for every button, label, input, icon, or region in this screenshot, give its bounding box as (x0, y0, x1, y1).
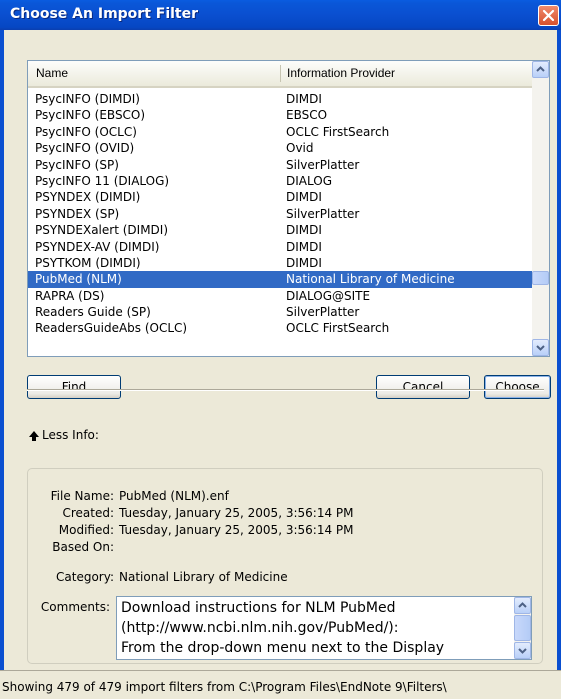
filter-name: PubMed (NLM) (35, 272, 122, 287)
filter-provider: DIALOG (286, 173, 332, 188)
window-title: Choose An Import Filter (10, 6, 199, 22)
filter-provider: Ovid (286, 141, 314, 156)
category-value: National Library of Medicine (119, 570, 288, 584)
list-item[interactable]: PsycINFO (OVID) Ovid (28, 140, 532, 156)
filter-name: PsycINFO (DIMDI) (35, 92, 140, 106)
cancel-button[interactable]: Cancel (376, 375, 470, 399)
chevron-down-icon (536, 345, 545, 351)
filter-list[interactable]: Name Information Provider PsycINFO (DIMD… (27, 60, 550, 357)
scroll-thumb[interactable] (532, 270, 549, 285)
filter-name: PsycINFO (EBSCO) (35, 108, 146, 123)
list-item[interactable]: PSYNDEX-AV (DIMDI) DIMDI (28, 239, 532, 255)
filter-provider: DIMDI (286, 190, 322, 205)
title-bar: Choose An Import Filter (0, 0, 561, 30)
filter-provider: OCLC FirstSearch (286, 124, 390, 139)
file-name-value: PubMed (NLM).enf (119, 489, 229, 503)
chevron-down-icon (518, 648, 527, 654)
filter-provider: National Library of Medicine (286, 272, 455, 287)
filter-name: PSYNDEX (DIMDI) (35, 190, 141, 205)
divider (27, 389, 544, 391)
filter-details: File Name: PubMed (NLM).enf Created: Tue… (27, 468, 543, 664)
scroll-down-button[interactable] (532, 339, 549, 356)
list-header: Name Information Provider (28, 61, 532, 88)
filter-name: PSYTKOM (DIMDI) (35, 255, 141, 270)
list-item[interactable]: PsycINFO (SP) SilverPlatter (28, 157, 532, 173)
list-item[interactable]: PsycINFO (EBSCO) EBSCO (28, 107, 532, 123)
filter-provider: OCLC FirstSearch (286, 321, 390, 336)
close-button[interactable] (538, 5, 559, 26)
status-bar: Showing 479 of 479 import filters from C… (0, 670, 561, 699)
up-arrow-icon (29, 431, 39, 441)
filter-provider: SilverPlatter (286, 206, 360, 221)
filter-provider: SilverPlatter (286, 157, 360, 172)
filter-provider: DIMDI (286, 92, 322, 106)
less-info-label: Less Info: (42, 428, 99, 442)
filter-name: Readers Guide (SP) (35, 305, 151, 320)
based-on-label: Based On: (52, 540, 114, 554)
comments-label: Comments: (40, 600, 110, 614)
list-rows: PsycINFO (DIMDI) DIMDI PsycINFO (EBSCO) EBS… (28, 91, 532, 337)
filter-name: PsycINFO (OVID) (35, 141, 135, 156)
comments-scroll-up-button[interactable] (514, 597, 531, 614)
filter-name: PSYNDEX (SP) (35, 206, 120, 221)
list-item[interactable]: PsycINFO (DIMDI) DIMDI (28, 91, 532, 107)
list-item-selected[interactable]: PubMed (NLM) National Library of Medicine (28, 271, 532, 288)
filter-provider: EBSCO (286, 108, 328, 123)
filter-name: PSYNDEXalert (DIMDI) (35, 223, 169, 238)
comments-scroll-thumb[interactable] (514, 615, 531, 641)
filter-name: RAPRA (DS) (35, 288, 105, 303)
list-item[interactable]: PsycINFO 11 (DIALOG) DIALOG (28, 173, 532, 189)
list-item[interactable]: PsycINFO (OCLC) OCLC FirstSearch (28, 124, 532, 140)
created-value: Tuesday, January 25, 2005, 3:56:14 PM (119, 506, 354, 520)
list-item[interactable]: ReadersGuideAbs (OCLC) OCLC FirstSearch (28, 320, 532, 336)
filter-provider: DIMDI (286, 223, 322, 238)
list-scrollbar[interactable] (532, 61, 549, 356)
list-item[interactable]: PSYTKOM (DIMDI) DIMDI (28, 255, 532, 271)
chevron-up-icon (536, 66, 545, 72)
window-frame-right (557, 30, 561, 670)
close-icon (542, 9, 555, 22)
filter-provider: SilverPlatter (286, 305, 360, 320)
filter-provider: DIMDI (286, 239, 322, 254)
status-text: Showing 479 of 479 import filters from C… (2, 680, 447, 694)
choose-button[interactable]: Choose (484, 375, 551, 399)
list-item[interactable]: Readers Guide (SP) SilverPlatter (28, 304, 532, 320)
scroll-up-button[interactable] (532, 61, 549, 78)
filter-name: ReadersGuideAbs (OCLC) (35, 321, 188, 336)
comments-text: Download instructions for NLM PubMed (ht… (121, 600, 445, 656)
column-header-name[interactable]: Name (36, 61, 68, 86)
file-name-label: File Name: (50, 489, 114, 503)
modified-label: Modified: (58, 523, 114, 537)
created-label: Created: (62, 506, 114, 520)
filter-name: PsycINFO (SP) (35, 157, 119, 172)
filter-provider: DIMDI (286, 255, 322, 270)
modified-value: Tuesday, January 25, 2005, 3:56:14 PM (119, 523, 354, 537)
comments-scrollbar[interactable] (514, 597, 531, 659)
list-item[interactable]: PSYNDEX (SP) SilverPlatter (28, 206, 532, 222)
column-header-provider[interactable]: Information Provider (287, 61, 395, 86)
list-item[interactable]: RAPRA (DS) DIALOG@SITE (28, 288, 532, 304)
column-separator[interactable] (280, 65, 281, 82)
window-frame-left (0, 30, 4, 670)
filter-name: PsycINFO 11 (DIALOG) (35, 173, 170, 188)
chevron-up-icon (518, 602, 527, 608)
filter-name: PsycINFO (OCLC) (35, 124, 137, 139)
list-item[interactable]: PSYNDEX (DIMDI) DIMDI (28, 189, 532, 205)
filter-provider: DIALOG@SITE (286, 288, 371, 303)
filter-name: PSYNDEX-AV (DIMDI) (35, 239, 160, 254)
list-item[interactable]: PSYNDEXalert (DIMDI) DIMDI (28, 222, 532, 238)
category-label: Category: (56, 570, 114, 584)
comments-field[interactable]: Download instructions for NLM PubMed (ht… (116, 596, 532, 660)
comments-scroll-down-button[interactable] (514, 642, 531, 659)
find-button[interactable]: Find (27, 375, 121, 399)
